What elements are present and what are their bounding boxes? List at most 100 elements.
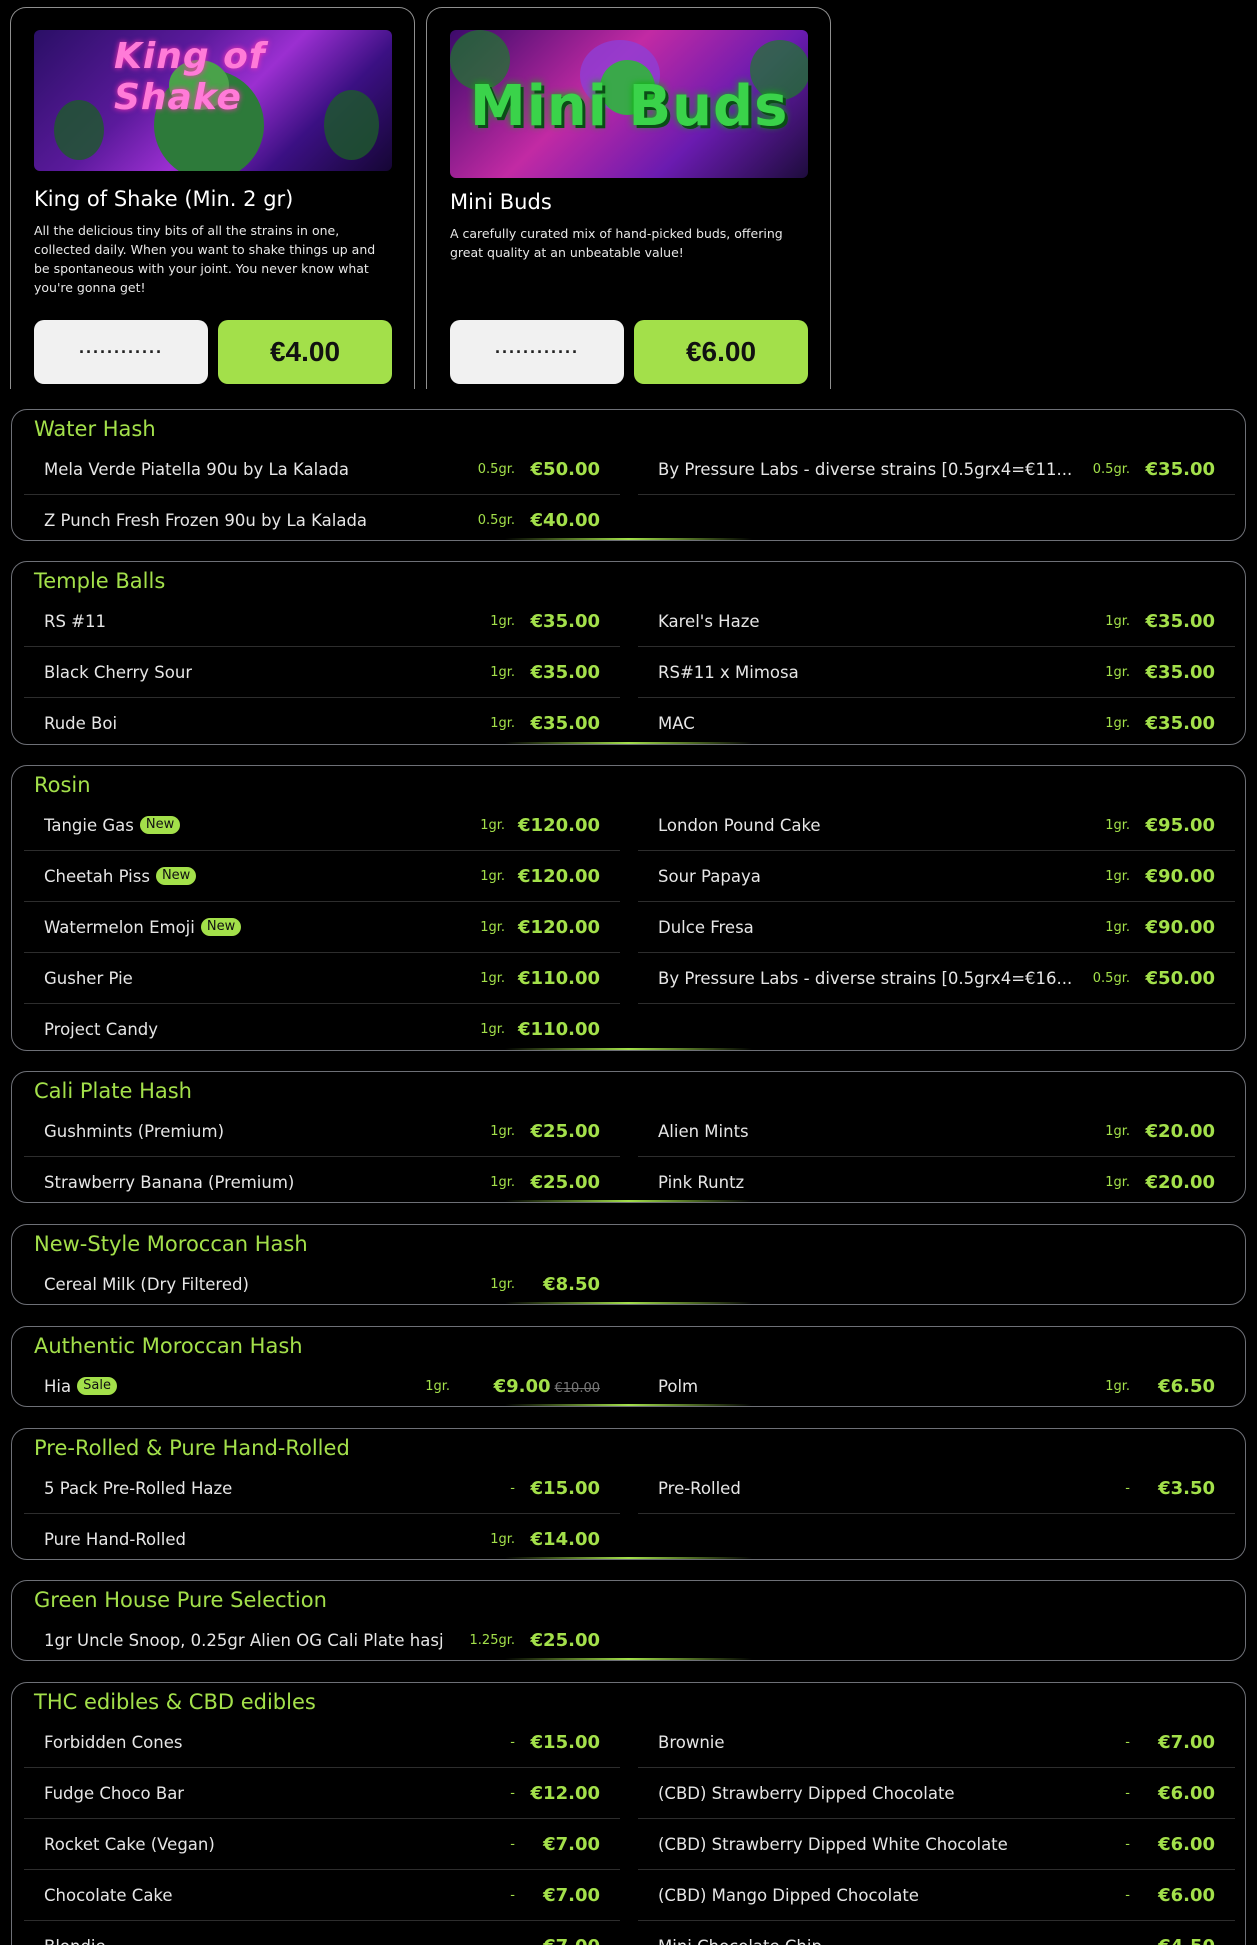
item-name-text: Z Punch Fresh Frozen 90u by La Kalada (44, 510, 368, 530)
item-name-text: RS #11 (44, 611, 107, 631)
menu-item[interactable]: RS #11 1gr. €35.00 (24, 596, 620, 647)
menu-item[interactable]: By Pressure Labs - diverse strains [0.5g… (638, 444, 1235, 495)
menu-item[interactable]: Polm 1gr. €6.50 (638, 1361, 1235, 1406)
item-name: (CBD) Strawberry Dipped White Chocolate (658, 1835, 1008, 1854)
item-name-text: Watermelon Emoji (44, 917, 195, 937)
item-quantity: - (1125, 1480, 1130, 1496)
menu-item[interactable]: Karel's Haze 1gr. €35.00 (638, 596, 1235, 647)
menu-item[interactable]: Project Candy 1gr. €110.00 (24, 1004, 620, 1050)
item-name: 1gr Uncle Snoop, 0.25gr Alien OG Cali Pl… (44, 1631, 444, 1650)
menu-item[interactable]: Alien Mints 1gr. €20.00 (638, 1106, 1235, 1157)
item-name-text: London Pound Cake (658, 815, 821, 835)
item-price: €6.00 (1158, 1783, 1215, 1804)
menu-item[interactable]: Cereal Milk (Dry Filtered) 1gr. €8.50 (24, 1259, 620, 1304)
menu-item[interactable]: Pink Runtz 1gr. €20.00 (638, 1157, 1235, 1202)
item-price: €110.00 (518, 968, 600, 989)
item-price-value: €35.00 (1145, 610, 1215, 632)
item-quantity: 0.5gr. (1092, 970, 1130, 986)
menu-item[interactable]: Rude Boi 1gr. €35.00 (24, 698, 620, 744)
menu-item[interactable]: Pure Hand-Rolled 1gr. €14.00 (24, 1514, 620, 1559)
item-name-text: Mini Chocolate Chip (658, 1937, 822, 1945)
product-card-mini-buds[interactable]: Mini Buds Mini Buds A carefully curated … (426, 7, 831, 389)
menu-item[interactable]: (CBD) Mango Dipped Chocolate - €6.00 (638, 1870, 1235, 1921)
item-quantity: 1.25gr. (469, 1632, 515, 1648)
item-price: €7.00 (543, 1885, 600, 1906)
quantity-select[interactable]: ············ (34, 320, 208, 384)
item-quantity: - (510, 1836, 515, 1852)
item-name-text: (CBD) Strawberry Dipped Chocolate (658, 1783, 955, 1803)
menu-item[interactable]: Watermelon Emoji New 1gr. €120.00 (24, 902, 620, 953)
menu-item[interactable]: 1gr Uncle Snoop, 0.25gr Alien OG Cali Pl… (24, 1615, 620, 1660)
item-name: (CBD) Strawberry Dipped Chocolate (658, 1784, 955, 1803)
item-quantity: 1gr. (1105, 868, 1130, 884)
item-quantity: - (510, 1785, 515, 1801)
menu-item[interactable]: Hia Sale 1gr. €9.00 €10.00 (24, 1361, 620, 1406)
menu-item[interactable]: Tangie Gas New 1gr. €120.00 (24, 800, 620, 851)
menu-item[interactable]: Dulce Fresa 1gr. €90.00 (638, 902, 1235, 953)
item-quantity: 1gr. (1105, 817, 1130, 833)
item-quantity: - (1125, 1887, 1130, 1903)
menu-item[interactable]: Gushmints (Premium) 1gr. €25.00 (24, 1106, 620, 1157)
menu-item[interactable]: Z Punch Fresh Frozen 90u by La Kalada 0.5… (24, 495, 620, 540)
item-name: Strawberry Banana (Premium) (44, 1173, 294, 1192)
menu-item[interactable]: Chocolate Cake - €7.00 (24, 1870, 620, 1921)
card-description: All the delicious tiny bits of all the s… (34, 223, 376, 295)
menu-item[interactable]: Forbidden Cones - €15.00 (24, 1717, 620, 1768)
menu-item[interactable]: Brownie - €7.00 (638, 1717, 1235, 1768)
menu-item[interactable]: Sour Papaya 1gr. €90.00 (638, 851, 1235, 902)
menu-item[interactable]: Blondie - €7.00 (24, 1921, 620, 1945)
item-quantity: 1gr. (490, 1531, 515, 1547)
menu-section: Pre-Rolled & Pure Hand-Rolled 5 Pack Pre-… (11, 1428, 1246, 1560)
section-title: Authentic Moroccan Hash (34, 1334, 303, 1358)
item-name: Mela Verde Piatella 90u by La Kalada (44, 460, 349, 479)
menu-item[interactable]: Mela Verde Piatella 90u by La Kalada 0.5g… (24, 444, 620, 495)
section-glow (505, 1200, 752, 1202)
section-title: THC edibles & CBD edibles (34, 1690, 316, 1714)
product-card-king-of-shake[interactable]: King of Shake King of Shake (Min. 2 gr) … (10, 7, 415, 389)
menu-item[interactable]: By Pressure Labs - diverse strains [0.5g… (638, 953, 1235, 1004)
menu-item[interactable]: Rocket Cake (Vegan) - €7.00 (24, 1819, 620, 1870)
menu-item[interactable]: MAC 1gr. €35.00 (638, 698, 1235, 744)
item-name: Hia Sale (44, 1377, 117, 1396)
item-price: €7.00 (543, 1834, 600, 1855)
item-name: By Pressure Labs - diverse strains [0.5g… (658, 969, 1072, 988)
item-name-text: Pure Hand-Rolled (44, 1529, 186, 1549)
logo-text: Mini Buds (470, 74, 789, 139)
menu-item[interactable]: RS#11 x Mimosa 1gr. €35.00 (638, 647, 1235, 698)
item-price-value: €40.00 (530, 509, 600, 531)
card-description: A carefully curated mix of hand-picked b… (450, 226, 783, 260)
item-price: €110.00 (518, 1019, 600, 1040)
menu-item[interactable]: Mini Chocolate Chip - €4.50 (638, 1921, 1235, 1945)
item-price: €35.00 (1146, 459, 1215, 480)
item-name: Pre-Rolled (658, 1479, 741, 1498)
menu-section: Rosin Tangie Gas New 1gr. €120.00 Cheetah Pis… (11, 765, 1246, 1051)
price-button[interactable]: €6.00 (634, 320, 808, 384)
menu-item[interactable]: London Pound Cake 1gr. €95.00 (638, 800, 1235, 851)
quantity-select[interactable]: ············ (450, 320, 624, 384)
item-price-value: €35.00 (1145, 661, 1215, 683)
item-price: €14.00 (531, 1529, 600, 1550)
menu-item[interactable]: Gusher Pie 1gr. €110.00 (24, 953, 620, 1004)
menu-item[interactable]: (CBD) Strawberry Dipped White Chocolate -… (638, 1819, 1235, 1870)
status-badge: New (155, 867, 197, 885)
menu-item[interactable]: (CBD) Strawberry Dipped Chocolate - €6.00 (638, 1768, 1235, 1819)
menu-item[interactable]: Black Cherry Sour 1gr. €35.00 (24, 647, 620, 698)
item-quantity: 1gr. (1105, 1123, 1130, 1139)
price-button[interactable]: €4.00 (218, 320, 392, 384)
item-quantity: 1gr. (480, 868, 505, 884)
item-price-value: €3.50 (1158, 1477, 1215, 1499)
section-glow (505, 742, 752, 744)
item-price: €95.00 (1146, 815, 1215, 836)
item-name: Pink Runtz (658, 1173, 744, 1192)
menu-item[interactable]: Cheetah Piss New 1gr. €120.00 (24, 851, 620, 902)
product-image-king-of-shake[interactable]: King of Shake (34, 30, 392, 171)
menu-item[interactable]: Strawberry Banana (Premium) 1gr. €25.00 (24, 1157, 620, 1202)
item-name-text: Blondie (44, 1937, 106, 1945)
item-price: €6.00 (1158, 1885, 1215, 1906)
menu-item[interactable]: Pre-Rolled - €3.50 (638, 1463, 1235, 1514)
menu-item[interactable]: Fudge Choco Bar - €12.00 (24, 1768, 620, 1819)
product-image-mini-buds[interactable]: Mini Buds (450, 30, 808, 178)
item-name-text: Alien Mints (658, 1121, 749, 1141)
item-name-text: Rocket Cake (Vegan) (44, 1834, 215, 1854)
menu-item[interactable]: 5 Pack Pre-Rolled Haze - €15.00 (24, 1463, 620, 1514)
